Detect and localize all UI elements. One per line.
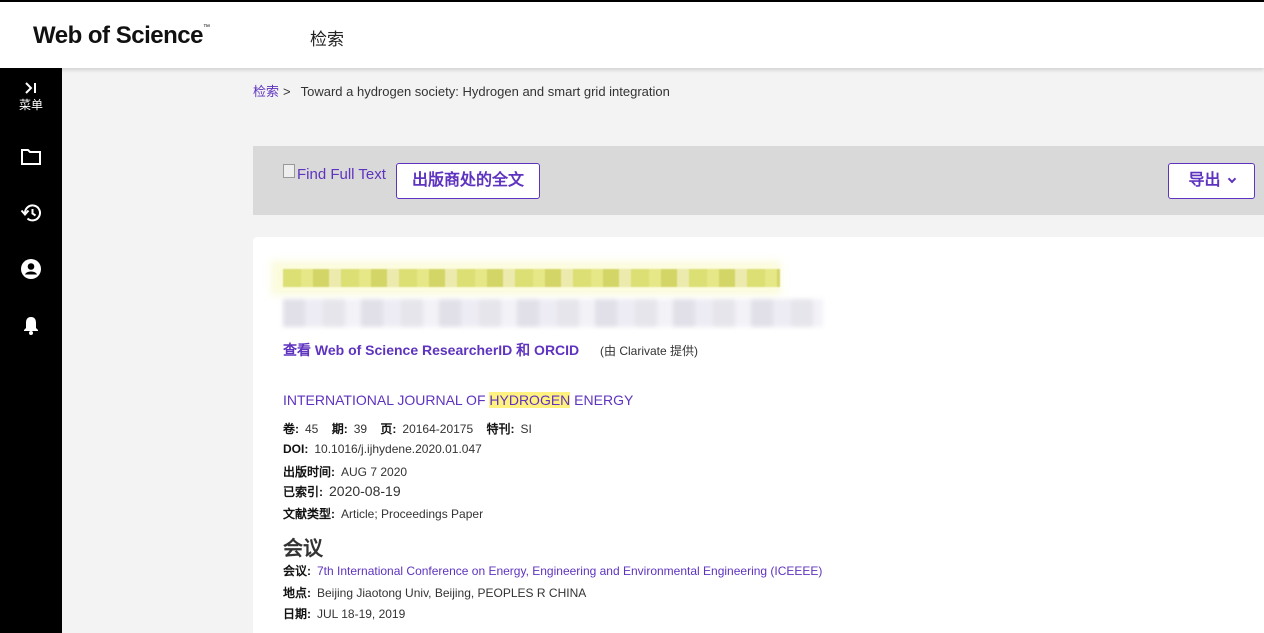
volume-label: 卷: [283, 422, 299, 436]
journal-link[interactable]: INTERNATIONAL JOURNAL OF HYDROGEN ENERGY [283, 392, 633, 408]
journal-name-end: ENERGY [570, 392, 634, 408]
researcher-id-link[interactable]: 查看 Web of Science ResearcherID 和 ORCID [283, 340, 579, 360]
sidebar-item-alerts[interactable] [0, 315, 62, 335]
indexed-value: 2020-08-19 [329, 483, 401, 499]
date-value: JUL 18-19, 2019 [317, 607, 406, 621]
date-label: 日期: [283, 607, 311, 621]
history-icon [20, 204, 41, 222]
nav-search-link[interactable]: 检索 [310, 25, 344, 50]
sidebar-item-folder[interactable] [0, 148, 62, 165]
folder-icon [21, 149, 41, 165]
logo-trademark: ™ [202, 24, 210, 31]
sidebar-menu-toggle[interactable]: 菜单 [0, 82, 62, 113]
full-text-toolbar: Find Full Text 出版商处的全文 导出 [253, 146, 1264, 215]
wos-logo[interactable]: Web of Science™ [33, 22, 210, 50]
find-full-text-link[interactable]: Find Full Text [283, 163, 386, 183]
breadcrumb-current: Toward a hydrogen society: Hydrogen and … [300, 84, 670, 99]
breadcrumb-search-link[interactable]: 检索 [253, 84, 279, 99]
breadcrumb-separator: > [283, 84, 291, 99]
breadcrumb: 检索 > Toward a hydrogen society: Hydrogen a… [253, 81, 670, 100]
volume-value: 45 [305, 422, 319, 436]
indexed-row: 已索引: 2020-08-19 [283, 483, 401, 500]
special-issue-value: SI [520, 422, 532, 436]
published-value: AUG 7 2020 [341, 465, 408, 479]
redacted-authors [283, 299, 823, 327]
sidebar-menu-label: 菜单 [18, 98, 43, 112]
journal-name-start: INTERNATIONAL JOURNAL OF [283, 392, 490, 408]
expand-icon [25, 82, 36, 94]
sidebar: 菜单 [0, 68, 62, 633]
provided-by-text: (由 Clarivate 提供) [600, 344, 699, 358]
chevron-down-icon [1227, 174, 1236, 184]
find-full-text-alt: Find Full Text [297, 166, 386, 183]
volume-row: 卷: 45 期: 39 页: 20164-20175 特刊: SI [283, 420, 542, 437]
date-row: 日期: JUL 18-19, 2019 [283, 605, 405, 622]
logo-text: Web of Science [33, 22, 203, 49]
issue-label: 期: [331, 422, 348, 436]
broken-image-icon [283, 163, 295, 178]
bell-icon [24, 317, 38, 335]
doctype-value: Article; Proceedings Paper [341, 507, 484, 521]
indexed-label: 已索引: [283, 485, 323, 499]
published-row: 出版时间: AUG 7 2020 [283, 463, 407, 480]
journal-highlight: HYDROGEN [489, 392, 571, 408]
pages-label: 页: [380, 422, 397, 436]
doi-value[interactable]: 10.1016/j.ijhydene.2020.01.047 [314, 442, 481, 456]
doctype-label: 文献类型: [283, 507, 335, 521]
meeting-row: 会议: 7th International Conference on Energ… [283, 562, 822, 579]
publisher-full-text-button[interactable]: 出版商处的全文 [396, 163, 540, 199]
issue-value: 39 [353, 422, 368, 436]
doi-label: DOI: [283, 442, 309, 456]
top-header: Web of Science™ 检索 [0, 0, 1264, 68]
location-label: 地点: [283, 586, 311, 600]
special-issue-label: 特刊: [486, 422, 515, 436]
sidebar-item-history[interactable] [0, 203, 62, 223]
doi-row: DOI: 10.1016/j.ijhydene.2020.01.047 [283, 442, 482, 456]
conference-heading: 会议 [283, 538, 323, 560]
sidebar-item-account[interactable] [0, 259, 62, 279]
published-label: 出版时间: [283, 465, 335, 479]
pages-value: 20164-20175 [402, 422, 474, 436]
location-row: 地点: Beijing Jiaotong Univ, Beijing, PEOPL… [283, 584, 586, 601]
meeting-link[interactable]: 7th International Conference on Energy, … [317, 564, 822, 578]
account-icon [21, 259, 41, 279]
redacted-title [283, 269, 780, 287]
location-value: Beijing Jiaotong Univ, Beijing, PEOPLES … [317, 586, 587, 600]
record-card: 查看 Web of Science ResearcherID 和 ORCID (… [253, 237, 1264, 633]
export-button[interactable]: 导出 [1168, 163, 1255, 199]
export-label: 导出 [1188, 172, 1221, 189]
doctype-row: 文献类型: Article; Proceedings Paper [283, 505, 483, 522]
meeting-label: 会议: [283, 564, 311, 578]
